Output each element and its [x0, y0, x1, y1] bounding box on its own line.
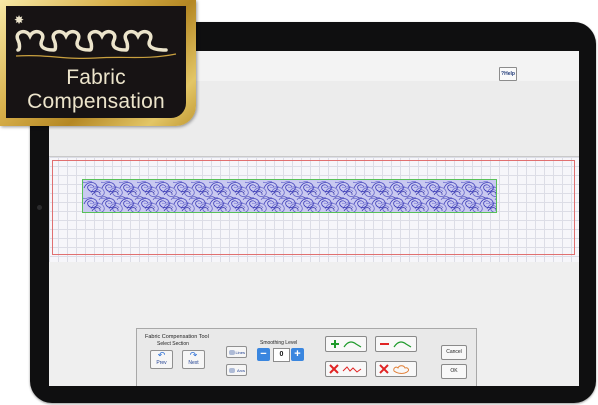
compensation-tool-panel: Fabric Compensation Tool Select Section …	[136, 328, 477, 386]
arcs-label: Arcs	[237, 368, 245, 373]
select-section-label: Select Section	[157, 341, 189, 347]
minus-curve-icon	[380, 341, 412, 348]
add-segment-button[interactable]	[325, 336, 367, 352]
heart-stitch-logo	[15, 29, 177, 59]
delete-points-button[interactable]	[325, 361, 367, 377]
design-grid[interactable]	[49, 156, 579, 264]
prev-arrow-icon: ↶	[157, 350, 166, 360]
next-label: Next	[188, 360, 199, 366]
help-button[interactable]: ?Help	[499, 67, 517, 81]
prev-label: Prev	[156, 360, 167, 366]
lines-icon	[229, 350, 235, 355]
smoothing-level-value: 0	[273, 348, 290, 362]
fabric-compensation-badge: ✸ Fabric Compensation	[0, 0, 196, 126]
quilt-pattern[interactable]	[82, 179, 503, 217]
lower-area: Fabric Compensation Tool Select Section …	[49, 262, 579, 386]
panel-title: Fabric Compensation Tool	[145, 334, 209, 340]
next-button[interactable]: ↷ Next	[182, 350, 205, 369]
arcs-icon	[229, 368, 235, 373]
badge-title-line2: Compensation	[27, 90, 165, 113]
arcs-button[interactable]: Arcs	[226, 364, 247, 376]
x-cloud-icon	[379, 364, 409, 374]
plus-curve-icon	[331, 340, 362, 348]
lines-button[interactable]: Lines	[226, 346, 247, 358]
quilt-pattern-stitches	[83, 180, 503, 217]
smoothing-level-label: Smoothing Level	[260, 340, 298, 346]
x-zigzag-icon	[329, 364, 362, 374]
cancel-button[interactable]: Cancel	[441, 345, 467, 360]
badge-inner: ✸ Fabric Compensation	[6, 6, 186, 118]
remove-segment-button[interactable]	[375, 336, 417, 352]
decrease-smoothing-button[interactable]: −	[257, 348, 270, 361]
next-arrow-icon: ↷	[189, 350, 198, 360]
prev-button[interactable]: ↶ Prev	[150, 350, 173, 369]
delete-area-button[interactable]	[375, 361, 417, 377]
badge-title-line1: Fabric	[66, 66, 126, 89]
lines-label: Lines	[235, 350, 245, 355]
increase-smoothing-button[interactable]: +	[291, 348, 304, 361]
ok-button[interactable]: OK	[441, 364, 467, 379]
camera-dot	[37, 205, 42, 210]
